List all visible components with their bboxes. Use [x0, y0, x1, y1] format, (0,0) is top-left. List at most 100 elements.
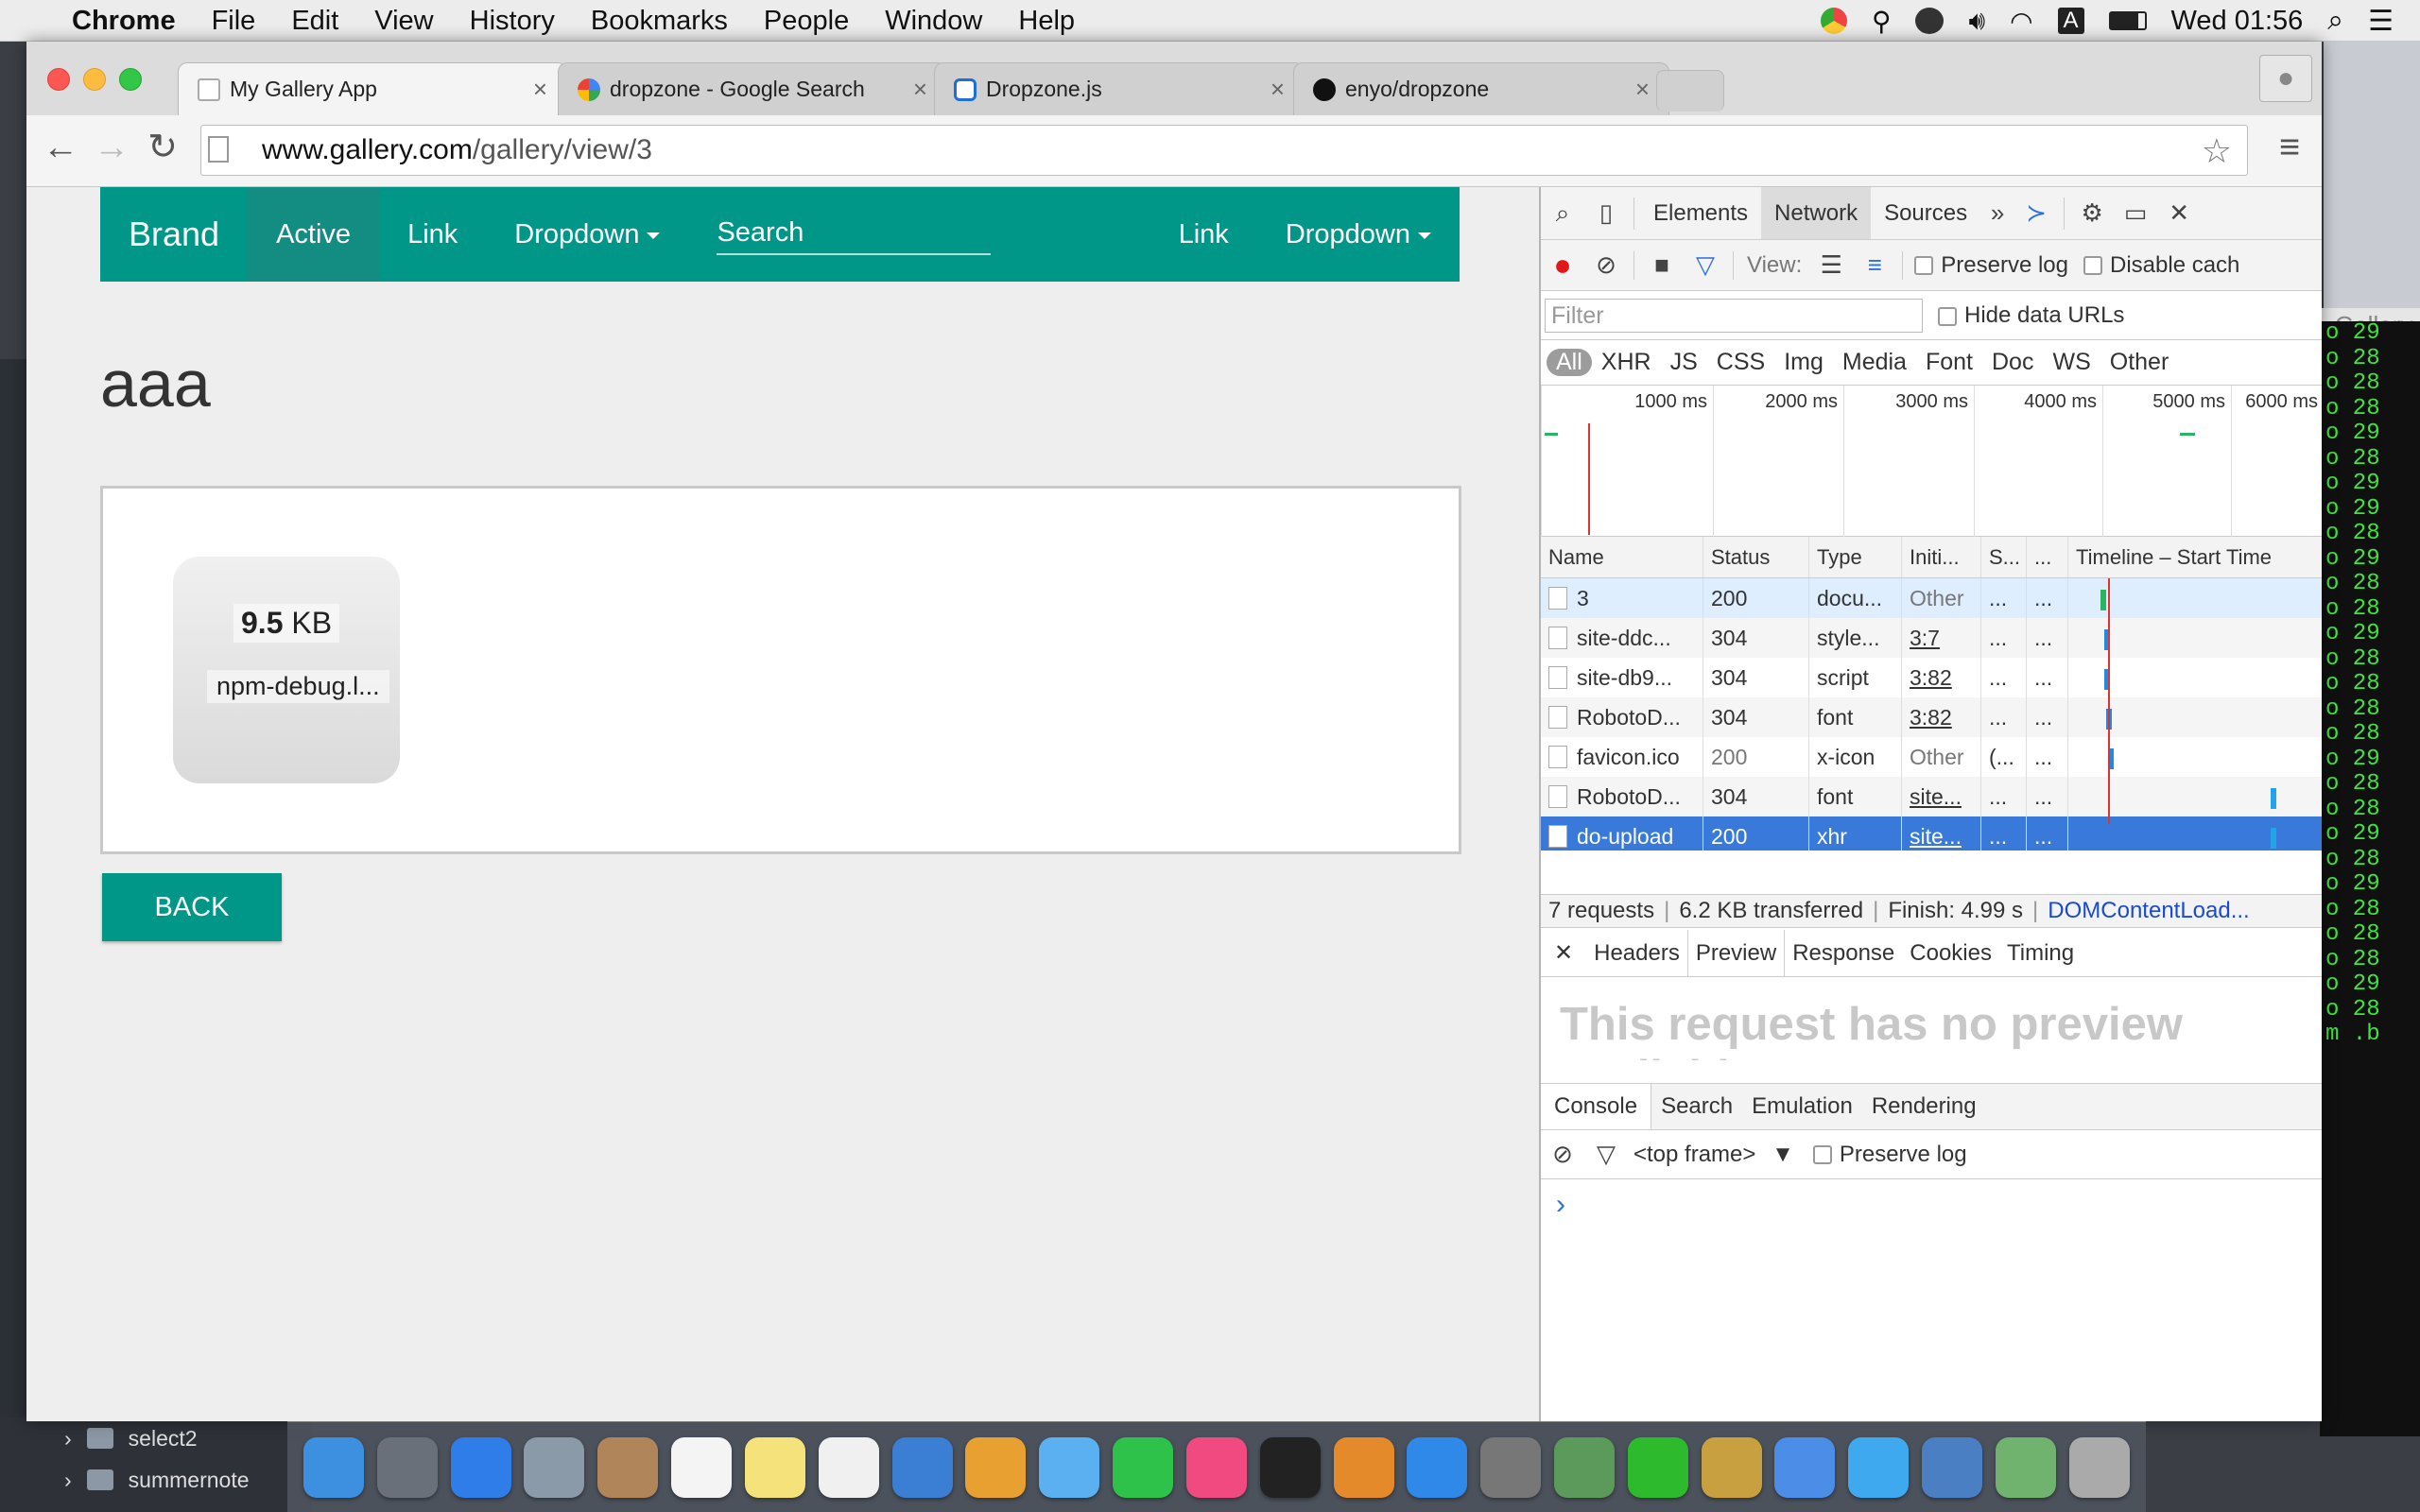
filter-all[interactable]: All	[1547, 349, 1592, 376]
settings-gear-icon[interactable]: ⚙	[2078, 198, 2106, 228]
navbar-search-input[interactable]: Search	[717, 214, 992, 255]
back-button[interactable]: BACK	[102, 873, 282, 941]
address-bar[interactable]: www.gallery.com/gallery/view/3 ☆	[200, 125, 2248, 176]
filter-font[interactable]: Font	[1916, 349, 1982, 376]
battery-icon[interactable]	[2108, 11, 2147, 30]
close-tab-icon[interactable]: ×	[913, 75, 927, 104]
dock-app-icon[interactable]	[1113, 1436, 1174, 1498]
dock-app-icon[interactable]	[376, 1436, 438, 1498]
dock-app-icon[interactable]	[1627, 1436, 1688, 1498]
hide-data-urls-checkbox[interactable]: Hide data URLs	[1938, 302, 2124, 329]
dock-app-icon[interactable]	[1185, 1436, 1247, 1498]
cell-initiator[interactable]: Other	[1902, 737, 1981, 777]
dock-app-icon[interactable]	[1774, 1436, 1836, 1498]
filter-img[interactable]: Img	[1774, 349, 1833, 376]
finder-item[interactable]: › select2	[0, 1418, 312, 1459]
reload-icon[interactable]: ↻	[144, 129, 182, 166]
console-drawer-icon[interactable]: ≻	[2022, 198, 2050, 228]
col-size[interactable]: S...	[1981, 537, 2027, 577]
nav-dropdown[interactable]: Dropdown	[486, 187, 688, 282]
chrome-status-icon[interactable]	[1820, 8, 1847, 34]
tab-elements[interactable]: Elements	[1640, 187, 1761, 239]
drawer-tab-search[interactable]: Search	[1651, 1084, 1742, 1129]
detail-tab-response[interactable]: Response	[1785, 930, 1902, 976]
finder-item[interactable]: › summernote	[0, 1459, 312, 1501]
minimize-window-button[interactable]	[83, 68, 106, 91]
menu-window[interactable]: Window	[867, 0, 1000, 42]
table-row[interactable]: site-db9... 304 script 3:82......	[1541, 658, 2322, 697]
network-overview[interactable]: 1000 ms 2000 ms 3000 ms 4000 ms 5000 ms …	[1541, 386, 2322, 537]
console-prompt[interactable]: ›	[1556, 1189, 1565, 1221]
disclosure-icon[interactable]: ›	[64, 1426, 72, 1452]
record-icon[interactable]: ●	[1548, 248, 1577, 283]
filter-css[interactable]: CSS	[1707, 349, 1774, 376]
console-filter-icon[interactable]: ▽	[1592, 1140, 1620, 1169]
cell-initiator[interactable]: 3:82	[1902, 697, 1981, 737]
volume-icon[interactable]: 🔊︎	[1968, 6, 1985, 37]
filter-doc[interactable]: Doc	[1982, 349, 2043, 376]
capture-screenshots-icon[interactable]: ■	[1648, 250, 1676, 280]
dock-app-icon[interactable]	[1553, 1436, 1615, 1498]
dock-app-icon[interactable]	[744, 1436, 805, 1498]
table-row[interactable]: site-ddc... 304 style... 3:7......	[1541, 618, 2322, 658]
table-row[interactable]: RobotoD... 304 font site.........	[1541, 777, 2322, 816]
clear-icon[interactable]: ⊘	[1592, 250, 1620, 280]
spotlight-icon[interactable]: ⌕	[2327, 5, 2343, 37]
menu-people[interactable]: People	[746, 0, 867, 42]
dock-app-icon[interactable]	[891, 1436, 953, 1498]
cell-initiator[interactable]: 3:7	[1902, 618, 1981, 658]
drawer-tab-emulation[interactable]: Emulation	[1742, 1084, 1862, 1129]
detail-tab-cookies[interactable]: Cookies	[1902, 930, 1999, 976]
dock-app-icon[interactable]	[1701, 1436, 1762, 1498]
dock-app-icon[interactable]	[1407, 1436, 1468, 1498]
waterfall-view-icon[interactable]: ≡	[1860, 250, 1889, 280]
filter-input[interactable]: Filter	[1545, 299, 1923, 333]
dock-app-icon[interactable]	[2068, 1436, 2130, 1498]
table-row[interactable]: RobotoD... 304 font 3:82......	[1541, 697, 2322, 737]
forward-arrow-icon[interactable]: →	[93, 129, 130, 166]
menu-file[interactable]: File	[194, 0, 274, 42]
nav-link[interactable]: Link	[379, 187, 486, 282]
dock-side-icon[interactable]: ▭	[2121, 198, 2150, 228]
dropzone-area[interactable]: 9.5 KB npm-debug.l...	[100, 486, 1461, 854]
col-name[interactable]: Name	[1541, 537, 1703, 577]
list-view-icon[interactable]: ☰	[1817, 250, 1845, 280]
dock-app-icon[interactable]	[671, 1436, 733, 1498]
col-type[interactable]: Type	[1809, 537, 1902, 577]
disclosure-icon[interactable]: ›	[64, 1468, 72, 1493]
col-time[interactable]: ...	[2027, 537, 2068, 577]
detail-tab-headers[interactable]: Headers	[1586, 930, 1687, 976]
cell-initiator[interactable]: 3:82	[1902, 658, 1981, 697]
table-row[interactable]: favicon.ico 200 x-icon Other (......	[1541, 737, 2322, 777]
close-tab-icon[interactable]: ×	[1635, 75, 1650, 104]
filter-js[interactable]: JS	[1661, 349, 1707, 376]
nav-right-dropdown[interactable]: Dropdown	[1257, 187, 1460, 282]
filter-ws[interactable]: WS	[2043, 349, 2100, 376]
cell-initiator[interactable]: site...	[1902, 777, 1981, 816]
profile-button[interactable]: ●	[2259, 55, 2312, 102]
table-row[interactable]: do-upload 200 xhr site.........	[1541, 816, 2322, 850]
tab-my-gallery-app[interactable]: My Gallery App ×	[178, 62, 567, 115]
nav-active[interactable]: Active	[248, 187, 380, 282]
status-icon[interactable]	[1915, 8, 1945, 34]
dock-app-icon[interactable]	[302, 1436, 364, 1498]
notification-center-icon[interactable]: ☰	[2368, 5, 2394, 38]
table-row[interactable]: 3 200 docu... Other......	[1541, 578, 2322, 618]
detail-tab-timing[interactable]: Timing	[1999, 930, 2082, 976]
dock-app-icon[interactable]	[1922, 1436, 1983, 1498]
nav-right-link[interactable]: Link	[1150, 187, 1257, 282]
new-tab-button[interactable]	[1656, 70, 1724, 112]
search-agent-icon[interactable]: ⚲	[1872, 6, 1892, 37]
chrome-menu-icon[interactable]: ≡	[2271, 129, 2308, 166]
close-devtools-icon[interactable]: ✕	[2165, 198, 2193, 228]
dock-app-icon[interactable]	[1259, 1436, 1321, 1498]
inspect-icon[interactable]: ⌕	[1548, 198, 1577, 229]
tab-network[interactable]: Network	[1761, 187, 1872, 239]
device-mode-icon[interactable]: ▯	[1592, 198, 1620, 228]
filter-media[interactable]: Media	[1833, 349, 1916, 376]
close-tab-icon[interactable]: ×	[533, 75, 547, 104]
frame-selector[interactable]: <top frame> ▼	[1634, 1142, 1794, 1168]
tab-google-search[interactable]: dropzone - Google Search ×	[558, 62, 947, 115]
tab-sources[interactable]: Sources	[1871, 187, 1980, 239]
back-arrow-icon[interactable]: ←	[42, 129, 79, 166]
